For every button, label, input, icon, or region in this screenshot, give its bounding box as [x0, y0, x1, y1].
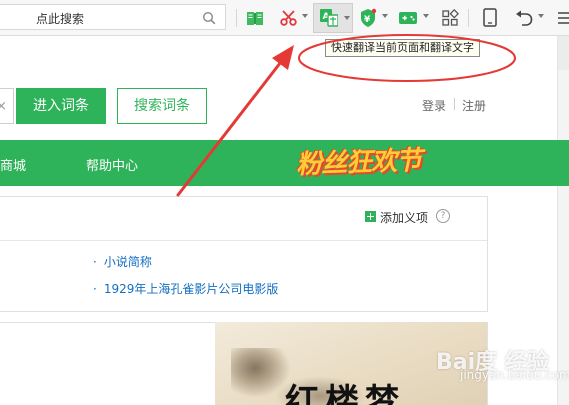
translate-tooltip: 快速翻译当前页面和翻译文字 [325, 39, 480, 57]
sense-panel: 添加义项 ? · 小说简称 · 1929年上海孔雀影片公司电影版 [0, 196, 488, 312]
main-nav: 商城 帮助中心 粉丝狂欢节 [0, 140, 569, 186]
sense-item-label[interactable]: 1929年上海孔雀影片公司电影版 [104, 282, 279, 296]
undo-dropdown-chevron-down-icon[interactable] [538, 14, 544, 18]
login-link[interactable]: 登录 [422, 97, 446, 114]
translate-button[interactable]: A [313, 3, 353, 33]
sense-item-label[interactable]: 小说简称 [104, 255, 152, 269]
festival-banner[interactable]: 粉丝狂欢节 [295, 140, 422, 181]
search-entry-button[interactable]: 搜索词条 [117, 88, 207, 124]
gamepad-dropdown-chevron-down-icon[interactable] [423, 14, 429, 18]
menu-icon[interactable] [556, 6, 569, 30]
scissors-icon[interactable] [280, 6, 298, 30]
watermark-url: jingyan.baidu.com [460, 368, 569, 382]
sense-item[interactable]: · 小说简称 [93, 253, 152, 270]
undo-icon[interactable] [514, 6, 534, 30]
search-icon[interactable] [202, 11, 216, 25]
svg-text:¥: ¥ [364, 15, 371, 25]
search-placeholder[interactable]: 点此搜索 [36, 10, 84, 27]
enter-entry-button[interactable]: 进入词条 [16, 88, 106, 124]
add-sense-link[interactable]: 添加义项 [380, 209, 428, 226]
tablet-icon[interactable] [482, 6, 498, 30]
help-icon[interactable]: ? [436, 209, 450, 223]
entry-search-row: × 进入词条 搜索词条 登录 注册 [0, 70, 569, 140]
translate-icon: A [320, 9, 338, 27]
clear-search-button[interactable]: × [0, 88, 14, 124]
link-divider [454, 98, 455, 110]
book-cover-title: 红楼梦 [285, 382, 405, 405]
shield-dropdown-chevron-down-icon[interactable] [382, 14, 388, 18]
annotation-arrow-head [272, 45, 294, 70]
nav-item-help-center[interactable]: 帮助中心 [86, 155, 138, 174]
nav-item-mall[interactable]: 商城 [0, 155, 26, 174]
bullet-icon: · [93, 282, 97, 296]
shield-icon[interactable]: ¥ [359, 6, 377, 30]
register-link[interactable]: 注册 [462, 97, 486, 114]
bullet-icon: · [93, 255, 97, 269]
add-icon[interactable] [365, 211, 376, 222]
scrollbar-thumb[interactable] [558, 36, 569, 70]
sense-panel-header: 添加义项 ? [0, 197, 487, 241]
apps-grid-icon[interactable] [441, 6, 459, 30]
scissors-dropdown-chevron-down-icon[interactable] [302, 14, 308, 18]
translate-dropdown-chevron-down-icon[interactable] [344, 16, 350, 20]
toolbar-search-box[interactable]: 点此搜索 [0, 4, 226, 30]
close-icon[interactable]: × [0, 99, 7, 114]
gamepad-icon[interactable] [398, 6, 418, 30]
sense-item[interactable]: · 1929年上海孔雀影片公司电影版 [93, 280, 278, 297]
browser-toolbar: 点此搜索 A ¥ [0, 0, 569, 36]
reader-icon[interactable] [246, 6, 264, 30]
toolbar-divider [468, 9, 469, 27]
toolbar-divider [236, 9, 237, 27]
